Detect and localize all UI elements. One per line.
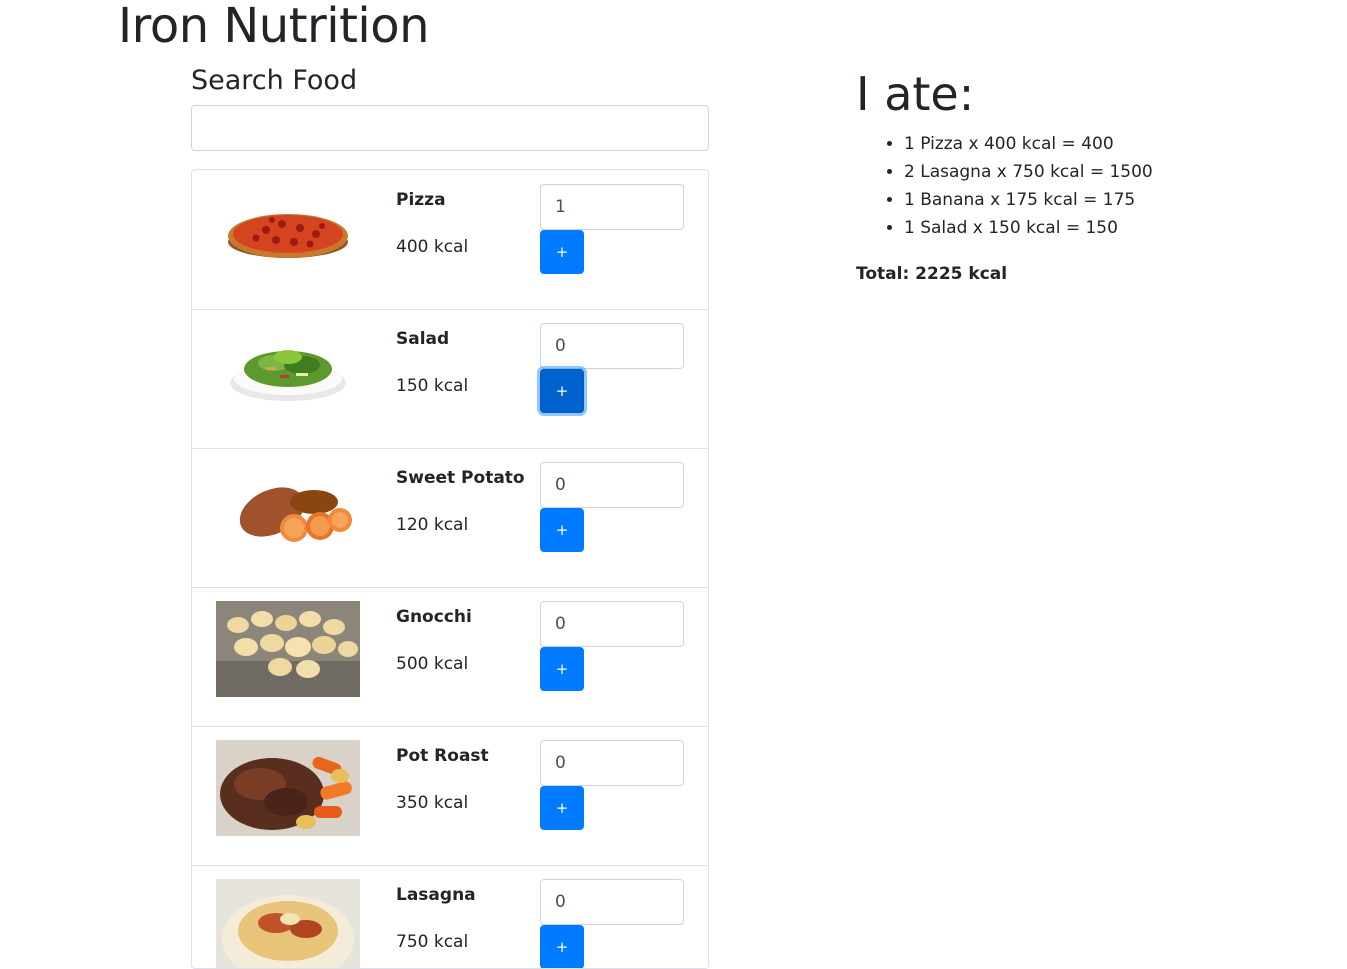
gnocchi-image bbox=[216, 601, 360, 697]
quantity-input[interactable] bbox=[540, 601, 684, 647]
quantity-input[interactable] bbox=[540, 323, 684, 369]
food-calories: 500 kcal bbox=[396, 654, 469, 674]
eaten-item: 1 Banana x 175 kcal = 175 bbox=[904, 186, 1153, 214]
quantity-input[interactable] bbox=[540, 462, 684, 508]
eaten-item: 1 Salad x 150 kcal = 150 bbox=[904, 214, 1153, 242]
quantity-input[interactable] bbox=[540, 879, 684, 925]
food-list: Pizza 400 kcal + Salad 150 kcal + bbox=[191, 169, 709, 969]
food-row: Lasagna 750 kcal + bbox=[192, 865, 708, 968]
food-calories: 350 kcal bbox=[396, 793, 469, 813]
today-title: I ate: bbox=[856, 67, 975, 121]
search-input[interactable] bbox=[191, 105, 709, 151]
food-calories: 750 kcal bbox=[396, 932, 469, 952]
food-name: Sweet Potato bbox=[396, 468, 525, 488]
food-calories: 400 kcal bbox=[396, 237, 469, 257]
food-row: Pot Roast 350 kcal + bbox=[192, 726, 708, 866]
pizza-image bbox=[216, 184, 360, 280]
food-name: Gnocchi bbox=[396, 607, 472, 627]
lasagna-image bbox=[216, 879, 360, 968]
eaten-item: 1 Pizza x 400 kcal = 400 bbox=[904, 130, 1153, 158]
food-name: Salad bbox=[396, 329, 450, 349]
eaten-list: 1 Pizza x 400 kcal = 400 2 Lasagna x 750… bbox=[856, 130, 1153, 242]
food-row: Gnocchi 500 kcal + bbox=[192, 587, 708, 727]
food-name: Pizza bbox=[396, 190, 446, 210]
add-button[interactable]: + bbox=[540, 647, 584, 691]
food-name: Lasagna bbox=[396, 885, 476, 905]
app-title: Iron Nutrition bbox=[118, 0, 430, 54]
salad-image bbox=[216, 323, 360, 419]
pot-roast-image bbox=[216, 740, 360, 836]
quantity-input[interactable] bbox=[540, 184, 684, 230]
total-calories: Total: 2225 kcal bbox=[856, 264, 1008, 284]
add-button[interactable]: + bbox=[540, 230, 584, 274]
search-label: Search Food bbox=[191, 65, 358, 96]
food-calories: 120 kcal bbox=[396, 515, 469, 535]
food-row: Salad 150 kcal + bbox=[192, 309, 708, 449]
add-button[interactable]: + bbox=[540, 369, 584, 413]
quantity-input[interactable] bbox=[540, 740, 684, 786]
add-button[interactable]: + bbox=[540, 786, 584, 830]
food-name: Pot Roast bbox=[396, 746, 489, 766]
food-calories: 150 kcal bbox=[396, 376, 469, 396]
eaten-item: 2 Lasagna x 750 kcal = 1500 bbox=[904, 158, 1153, 186]
add-button[interactable]: + bbox=[540, 508, 584, 552]
food-row: Pizza 400 kcal + bbox=[192, 170, 708, 310]
add-button[interactable]: + bbox=[540, 925, 584, 968]
food-row: Sweet Potato 120 kcal + bbox=[192, 448, 708, 588]
sweet-potato-image bbox=[216, 462, 360, 558]
